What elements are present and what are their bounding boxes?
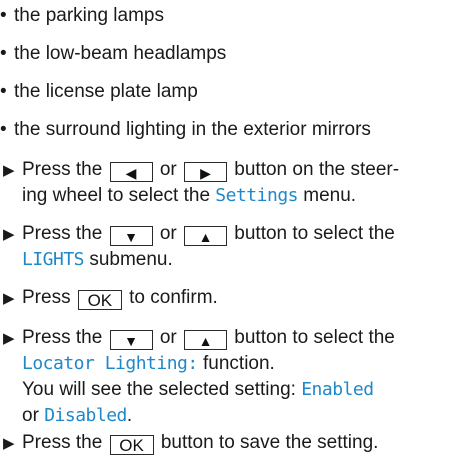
step-5-line-1: ▶ Press the OK button to save the settin… [0, 431, 378, 455]
step-4-line-4: or Disabled. [22, 404, 132, 428]
step-3-line-1: ▶ Press OK to confirm. [0, 286, 218, 310]
step-arrow-icon: ▶ [3, 162, 15, 179]
step-text: Press the [22, 223, 103, 244]
disabled-setting-label: Disabled [44, 405, 127, 426]
step-text: submenu. [89, 249, 173, 270]
down-arrow-key: ▼ [109, 330, 153, 350]
manual-page: • the parking lamps • the low-beam headl… [0, 0, 463, 457]
step-text: or [159, 159, 177, 180]
bullet-dot: • [0, 81, 7, 102]
step-text: ing wheel to select the [22, 185, 211, 206]
step-text: or [159, 327, 177, 348]
step-2-line-1: ▶ Press the ▼ or ▲ button to select the [0, 222, 395, 246]
enabled-setting-label: Enabled [301, 379, 374, 400]
step-text: . [126, 405, 133, 426]
step-arrow-icon: ▶ [3, 226, 15, 243]
bullet-text: the parking lamps [14, 5, 164, 26]
locator-lighting-function-label: Locator Lighting: [22, 353, 198, 374]
step-text: Press [22, 287, 71, 308]
bullet-item: • the low-beam headlamps [0, 42, 226, 66]
bullet-dot: • [0, 5, 7, 26]
step-4-line-2: Locator Lighting: function. [22, 352, 275, 376]
settings-menu-label: Settings [215, 185, 298, 206]
bullet-text: the license plate lamp [14, 81, 198, 102]
step-4-line-1: ▶ Press the ▼ or ▲ button to select the [0, 326, 395, 350]
right-arrow-key: ▶ [184, 162, 228, 182]
step-text: button to select the [234, 223, 395, 244]
down-arrow-key: ▼ [109, 226, 153, 246]
step-text: Press the [22, 327, 103, 348]
step-text: button to save the setting. [160, 432, 379, 453]
lights-submenu-label: LIGHTS [22, 249, 85, 270]
step-4-line-3: You will see the selected setting: Enabl… [22, 378, 374, 402]
step-text: or [22, 405, 39, 426]
bullet-text: the low-beam headlamps [14, 43, 227, 64]
bullet-item: • the surround lighting in the exterior … [0, 118, 371, 142]
up-arrow-key: ▲ [184, 330, 228, 350]
step-1-line-2: ing wheel to select the Settings menu. [22, 184, 356, 208]
step-arrow-icon: ▶ [3, 290, 15, 307]
step-text: button on the steer- [234, 159, 400, 180]
step-text: menu. [303, 185, 357, 206]
step-2-line-2: LIGHTS submenu. [22, 248, 173, 272]
bullet-dot: • [0, 119, 7, 140]
step-arrow-icon: ▶ [3, 435, 15, 452]
left-arrow-key: ◀ [109, 162, 153, 182]
step-text: function. [203, 353, 275, 374]
bullet-item: • the parking lamps [0, 4, 164, 28]
bullet-item: • the license plate lamp [0, 80, 198, 104]
step-text: to confirm. [129, 287, 218, 308]
bullet-text: the surround lighting in the exterior mi… [14, 119, 371, 140]
step-text: You will see the selected setting: [22, 379, 296, 400]
step-text: or [159, 223, 177, 244]
step-1-line-1: ▶ Press the ◀ or ▶ button on the steer- [0, 158, 399, 182]
step-arrow-icon: ▶ [3, 330, 15, 347]
step-text: Press the [22, 159, 103, 180]
bullet-dot: • [0, 43, 7, 64]
ok-key: OK [109, 435, 154, 455]
step-text: button to select the [234, 327, 395, 348]
step-text: Press the [22, 432, 103, 453]
up-arrow-key: ▲ [184, 226, 228, 246]
ok-key: OK [77, 290, 122, 310]
